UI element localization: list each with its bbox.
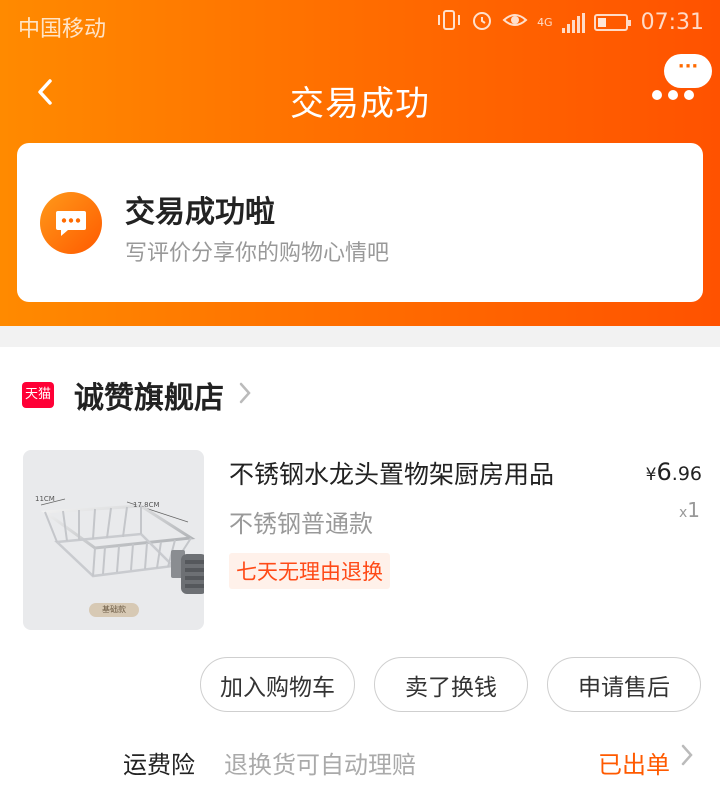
carrier-name: 中国移动 (18, 17, 107, 42)
page-title: 交易成功 (290, 84, 430, 124)
product-sku: 不锈钢普通款 (229, 510, 373, 538)
message-bubble-button[interactable]: ··· (664, 54, 712, 88)
chevron-right-icon (238, 379, 252, 412)
price-integer: 6 (656, 458, 672, 486)
order-card: 天猫 诚赞旗舰店 11CM 17.8CM 基础款 不锈钢水龙头置物架厨房用品 ¥… (0, 347, 720, 802)
shop-row[interactable]: 天猫 诚赞旗舰店 (22, 375, 252, 416)
image-variant-tag: 基础款 (89, 603, 139, 617)
vibrate-icon (436, 9, 462, 36)
status-icons: 4G 07:31 (436, 9, 704, 36)
more-menu-button[interactable] (652, 90, 694, 100)
header-background: 中国移动 4G 07:31 交易成功 ··· 交易成功啦 写评价分享你的购物心情… (0, 0, 720, 326)
eye-care-icon (502, 9, 528, 36)
image-length-label: 17.8CM (133, 501, 160, 509)
image-width-label: 11CM (35, 495, 55, 503)
success-card[interactable]: 交易成功啦 写评价分享你的购物心情吧 (17, 143, 703, 302)
price-decimal: .96 (671, 463, 702, 485)
shop-name: 诚赞旗舰店 (74, 381, 224, 416)
battery-level-fill (597, 18, 606, 27)
insurance-description: 退换货可自动理赔 (224, 751, 416, 779)
add-to-cart-button[interactable]: 加入购物车 (200, 657, 355, 712)
insurance-status: 已出单 (598, 751, 670, 779)
status-bar: 中国移动 4G 07:31 (0, 0, 720, 48)
signal-icon (561, 12, 585, 33)
product-image[interactable]: 11CM 17.8CM 基础款 (23, 450, 204, 630)
shipping-insurance-row[interactable]: 运费险 退换货可自动理赔 已出单 (0, 739, 720, 789)
after-sale-button[interactable]: 申请售后 (547, 657, 701, 712)
tmall-badge-icon: 天猫 (22, 382, 54, 408)
product-quantity: x1 (679, 498, 700, 522)
chat-bubble-icon (40, 192, 102, 254)
success-subtitle: 写评价分享你的购物心情吧 (125, 241, 390, 266)
more-dot-icon (668, 90, 678, 100)
nav-bar: 交易成功 ··· (0, 54, 720, 132)
more-dot-icon (684, 90, 694, 100)
alarm-icon (471, 9, 493, 36)
network-4g-icon: 4G (537, 16, 553, 29)
product-price: ¥6.96 (646, 458, 702, 486)
return-policy-badge: 七天无理由退换 (229, 553, 390, 589)
success-title: 交易成功啦 (125, 195, 275, 230)
battery-icon (593, 14, 631, 31)
price-currency: ¥ (645, 465, 657, 485)
more-dot-icon (652, 90, 662, 100)
quantity-value: 1 (687, 498, 700, 522)
chevron-right-icon (680, 742, 694, 775)
clock: 07:31 (640, 10, 704, 35)
insurance-label: 运费险 (123, 751, 195, 779)
resell-button[interactable]: 卖了换钱 (374, 657, 528, 712)
product-title[interactable]: 不锈钢水龙头置物架厨房用品 (229, 455, 554, 491)
